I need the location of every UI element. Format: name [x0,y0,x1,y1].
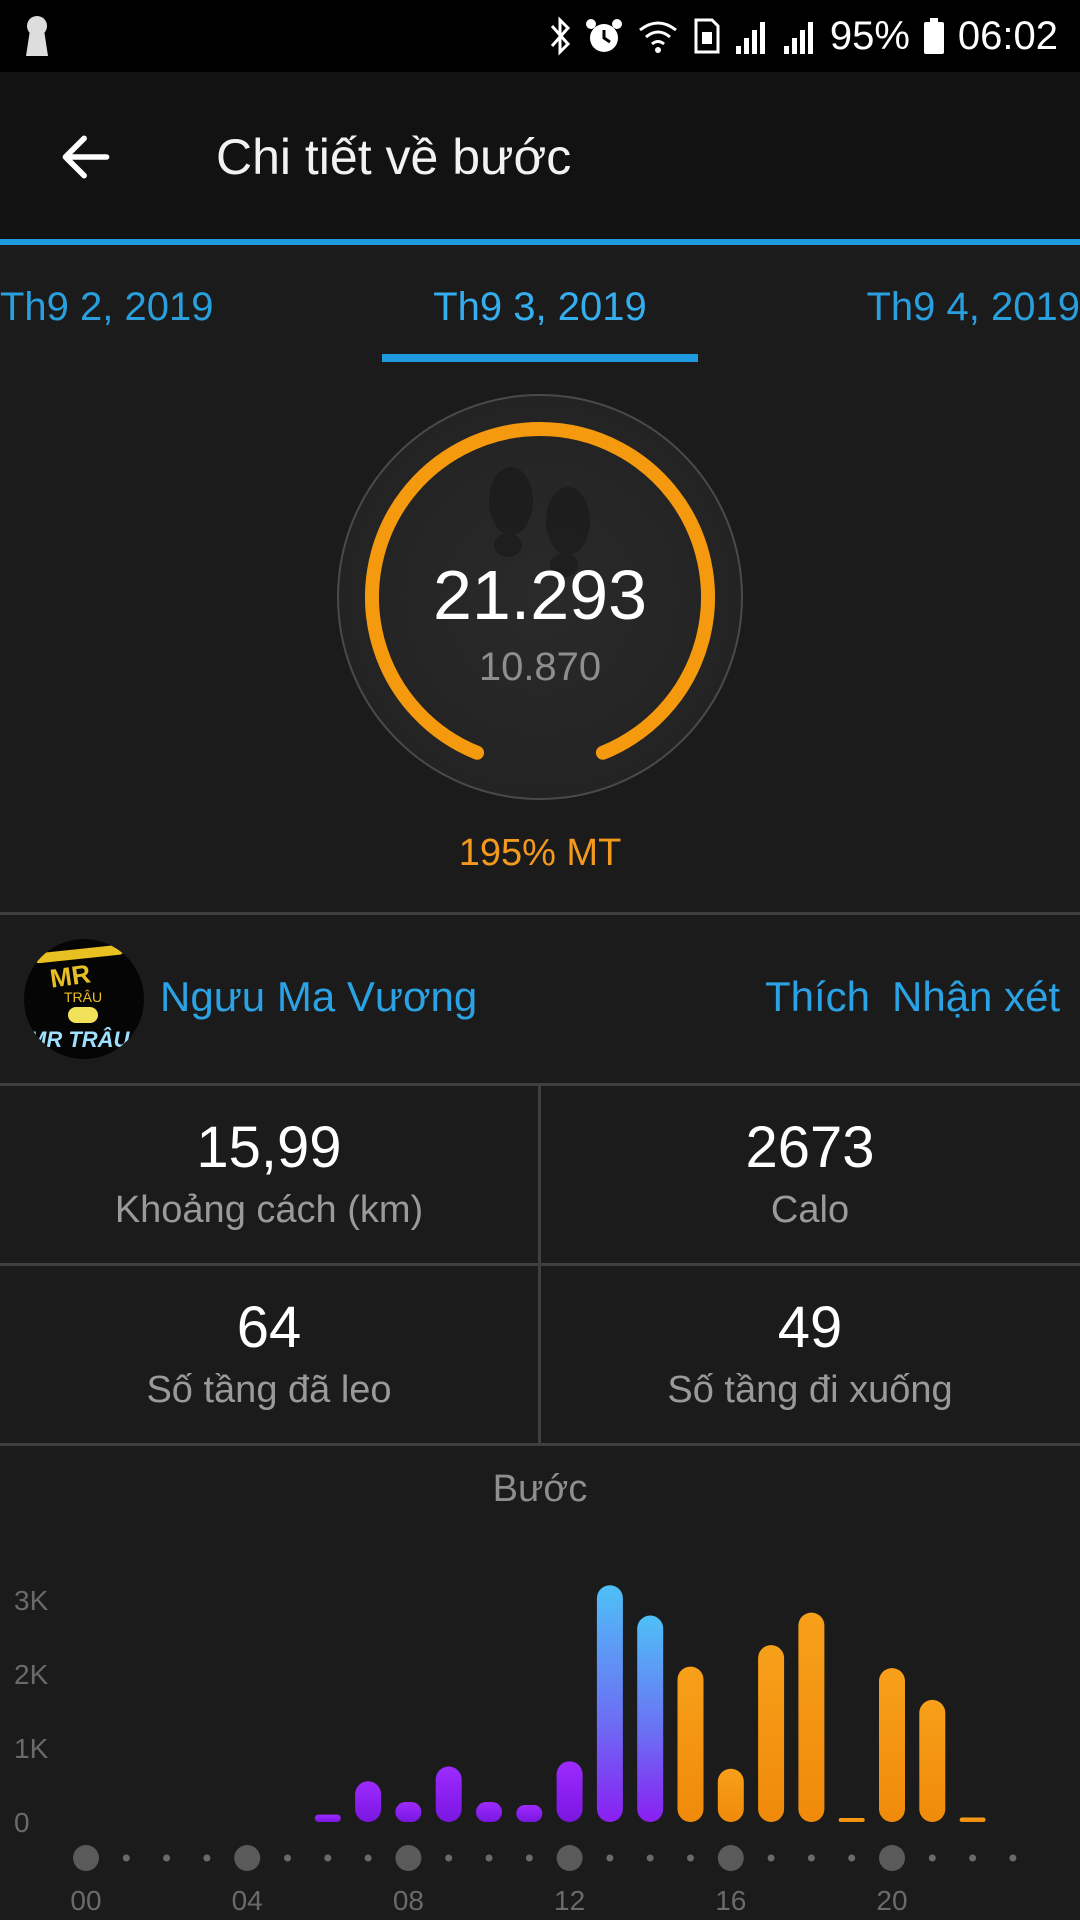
avatar[interactable]: MR TRÂU MR TRÂU [24,939,144,1059]
floors-down-label: Số tầng đi xuống [667,1369,953,1411]
x-axis-minor-dot [1009,1854,1017,1862]
y-tick-label: 2K [14,1659,49,1690]
y-tick-label: 0 [14,1807,30,1838]
like-button[interactable]: Thích [765,973,870,1021]
divider [0,1443,1080,1446]
chart-bar [556,1761,583,1822]
chart-title: Bước [492,1468,588,1510]
chart-bar [637,1615,664,1822]
battery-icon [923,18,944,54]
x-axis-minor-dot [445,1854,453,1862]
comment-button[interactable]: Nhận xét [892,973,1060,1021]
x-axis-minor-dot [525,1854,533,1862]
stat-distance: 15,99 Khoảng cách (km) [0,1086,538,1262]
steps-hourly-chart[interactable]: 3K2K1K000 04 08 12 16 20 [0,1540,1080,1920]
x-tick-label: 12 [554,1885,585,1916]
chart-bar [838,1818,865,1822]
x-axis-minor-dot [284,1854,291,1862]
calories-value: 2673 [745,1115,875,1180]
alarm-icon [585,19,622,52]
distance-label: Khoảng cách (km) [114,1189,424,1231]
x-axis-minor-dot [807,1854,815,1862]
steps-goal: 10.870 [478,645,602,689]
x-tick-label: 16 [715,1885,746,1916]
x-axis-minor-dot [485,1854,493,1862]
x-tick-label: 00 [70,1885,101,1916]
floors-up-value: 64 [236,1295,302,1360]
chart-bar [798,1612,825,1822]
x-axis-major-dot [234,1845,261,1871]
x-axis-minor-dot [928,1854,936,1862]
x-axis-major-dot [879,1845,905,1871]
x-axis-minor-dot [646,1854,654,1862]
app-bar: Chi tiết về bước [0,72,1080,242]
x-axis-major-dot [717,1845,744,1871]
x-axis-minor-dot [324,1854,332,1862]
tab-previous-day[interactable]: Th9 2, 2019 [0,285,214,330]
chart-bar [596,1585,623,1822]
sim-icon [694,18,720,54]
divider-vertical [538,1083,541,1443]
chart-bar [677,1666,704,1822]
status-bar: 95% 06:02 [0,0,1080,72]
chart-bar [919,1699,946,1822]
chart-bar [758,1645,785,1822]
signal-icon [735,22,765,54]
calories-label: Calo [770,1189,850,1231]
x-axis-minor-dot [203,1854,211,1862]
y-tick-label: 1K [14,1733,49,1764]
tab-next-day[interactable]: Th9 4, 2019 [867,285,1080,330]
chart-bar [516,1804,543,1822]
user-name-link[interactable]: Ngưu Ma Vương [160,973,477,1021]
x-axis-major-dot [73,1845,99,1871]
signal-icon [783,22,813,54]
x-tick-label: 04 [232,1885,263,1916]
stat-floors-up: 64 Số tầng đã leo [0,1266,538,1442]
stat-floors-down: 49 Số tầng đi xuống [541,1266,1079,1442]
x-axis-minor-dot [163,1854,171,1862]
stat-calories: 2673 Calo [541,1086,1079,1262]
tab-current-day[interactable]: Th9 3, 2019 [382,285,698,330]
x-axis-minor-dot [687,1854,694,1862]
status-icons: 95% 06:02 [548,14,1058,59]
floors-down-value: 49 [777,1295,843,1360]
x-tick-label: 08 [393,1885,424,1916]
social-row: MR TRÂU MR TRÂU Ngưu Ma Vương Thích Nhận… [0,915,1080,1083]
x-axis-minor-dot [364,1854,372,1862]
goal-percent: 195% MT [458,832,622,874]
chart-bar [959,1817,986,1822]
arrow-left-icon [62,135,110,179]
clock: 06:02 [957,13,1058,58]
x-axis-minor-dot [969,1854,977,1862]
x-axis-major-dot [556,1845,583,1871]
x-axis-major-dot [395,1845,422,1871]
x-tick-label: 20 [876,1885,907,1916]
chart-bar [476,1802,502,1822]
date-tabs: Th9 2, 2019 Th9 3, 2019 Th9 4, 2019 [0,245,1080,365]
bluetooth-icon [550,16,570,56]
chart-bar [717,1768,744,1822]
y-tick-label: 3K [14,1585,49,1616]
steps-value: 21.293 [432,556,648,634]
page-title: Chi tiết về bước [216,129,572,185]
chart-bar [435,1766,462,1822]
x-axis-minor-dot [767,1854,775,1862]
x-axis-minor-dot [122,1854,130,1862]
chart-bar [355,1781,382,1822]
x-axis-minor-dot [606,1854,614,1862]
wifi-icon [638,21,677,53]
chart-bar [314,1814,341,1822]
keyhole-icon [26,16,48,56]
distance-value: 15,99 [196,1115,342,1180]
battery-percent: 95% [829,13,910,58]
chart-bar [395,1802,422,1822]
chart-bar [879,1668,905,1822]
floors-up-label: Số tầng đã leo [146,1369,392,1411]
tab-indicator [382,354,698,362]
back-button[interactable] [36,107,136,207]
x-axis-minor-dot [848,1854,856,1862]
